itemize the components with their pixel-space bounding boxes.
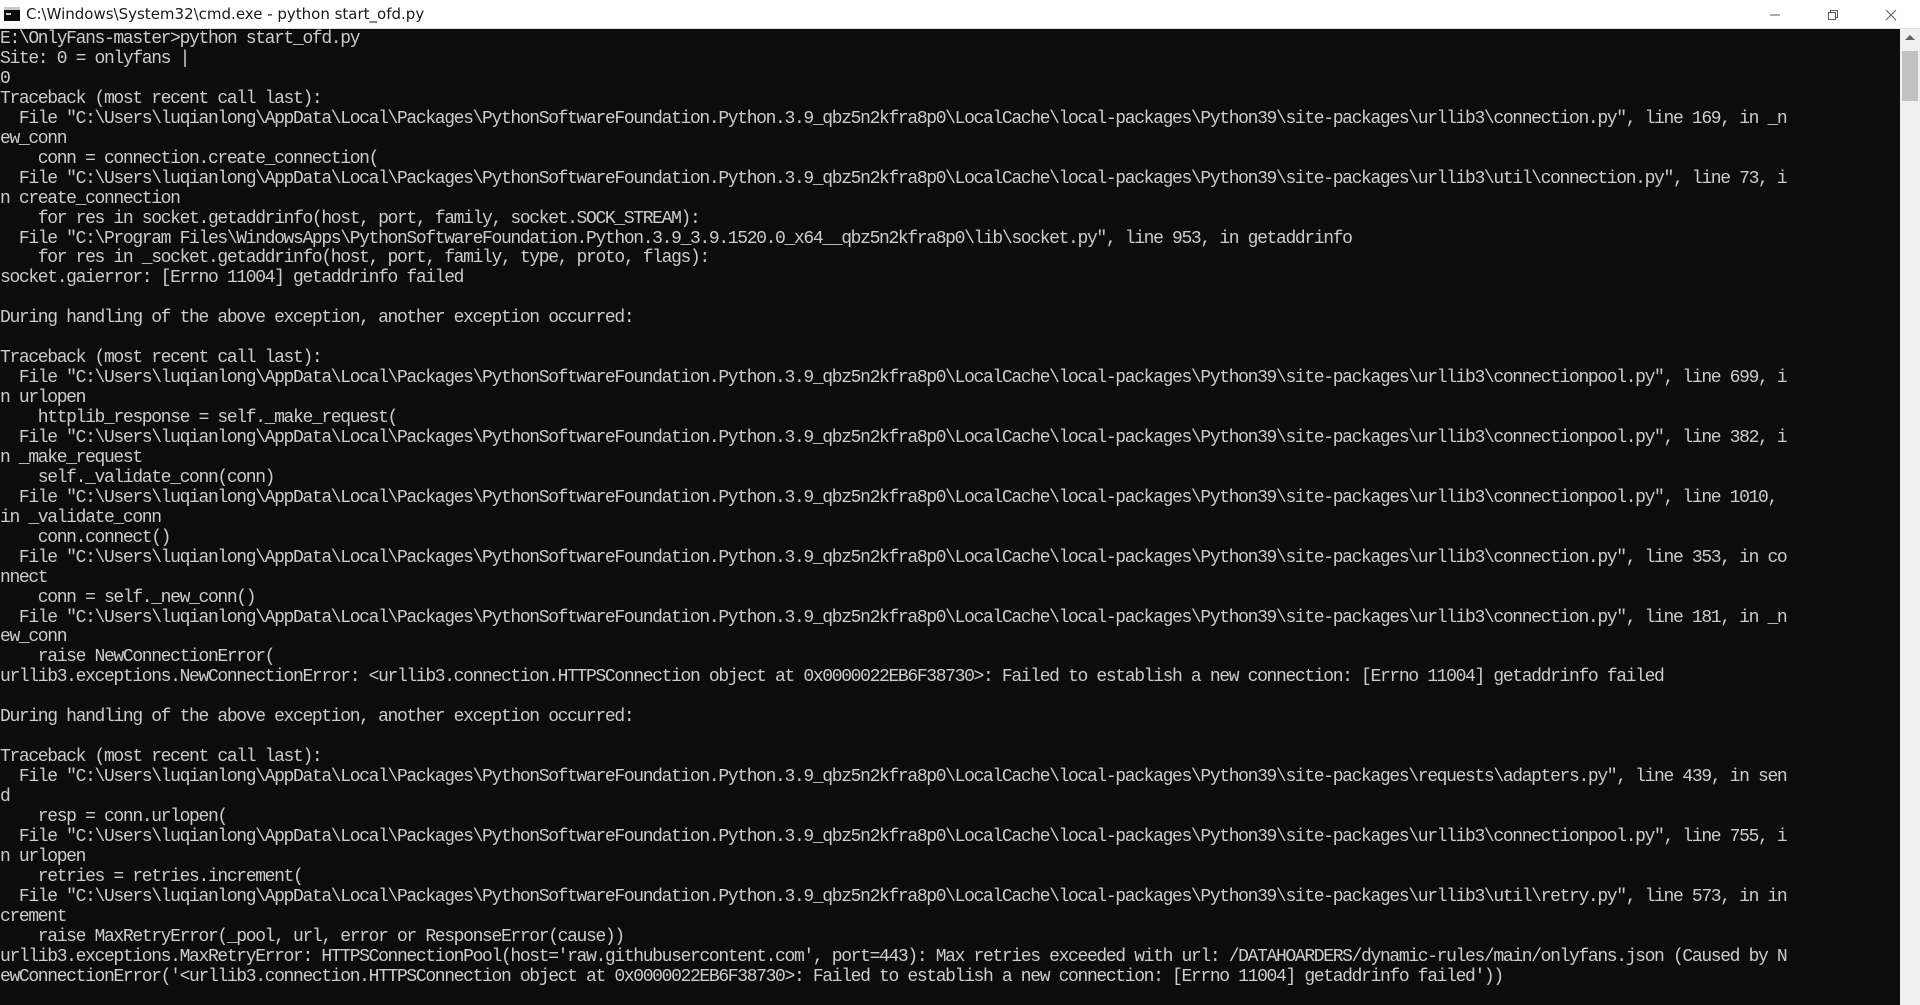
- close-icon: [1885, 9, 1897, 20]
- terminal-line: n urlopen: [0, 388, 86, 408]
- terminal-line: ew_conn: [0, 627, 68, 648]
- terminal-line: File "C:\Users\luqianlong\AppData\Local\…: [0, 826, 1788, 847]
- terminal-line: d: [0, 787, 11, 807]
- scrollbar-thumb[interactable]: [1902, 51, 1918, 101]
- cmd-icon: [4, 7, 20, 21]
- terminal-line: Traceback (most recent call last):: [0, 88, 323, 109]
- terminal-line: E:\OnlyFans-master>python start_ofd.py: [0, 29, 361, 49]
- window-controls: [1746, 0, 1920, 29]
- minimize-icon: [1770, 14, 1780, 15]
- terminal-line: Traceback (most recent call last):: [0, 348, 323, 369]
- terminal-line: retries = retries.increment(: [0, 866, 304, 887]
- minimize-button[interactable]: [1746, 0, 1804, 29]
- terminal-line: 0: [0, 68, 11, 89]
- terminal-line: During handling of the above exception, …: [0, 707, 635, 728]
- restore-button[interactable]: [1804, 0, 1862, 29]
- terminal-line: ewConnectionError('<urllib3.connection.H…: [0, 966, 1504, 987]
- scroll-up-icon[interactable]: [1905, 35, 1915, 40]
- terminal-line: nnect: [0, 567, 49, 588]
- terminal-line: File "C:\Program Files\WindowsApps\Pytho…: [0, 228, 1353, 249]
- close-button[interactable]: [1862, 0, 1920, 29]
- terminal-line: n _make_request: [0, 447, 143, 468]
- terminal-line: httplib_response = self._make_request(: [0, 408, 399, 428]
- terminal-output[interactable]: E:\OnlyFans-master>python start_ofd.py Si…: [0, 29, 1900, 1005]
- terminal-line: File "C:\Users\luqianlong\AppData\Local\…: [0, 427, 1788, 448]
- terminal-line: for res in socket.getaddrinfo(host, port…: [0, 208, 701, 229]
- cmd-window: C:\Windows\System32\cmd.exe - python sta…: [0, 0, 1920, 1005]
- terminal-line: conn.connect(): [0, 527, 172, 548]
- window-title: C:\Windows\System32\cmd.exe - python sta…: [26, 5, 425, 23]
- terminal-line: n create_connection: [0, 188, 181, 209]
- terminal-line: raise NewConnectionError(: [0, 647, 276, 668]
- terminal-line: raise MaxRetryError(_pool, url, error or…: [0, 926, 625, 947]
- terminal-line: Traceback (most recent call last):: [0, 747, 323, 768]
- terminal-line: in _validate_conn: [0, 507, 162, 528]
- terminal-line: conn = self._new_conn(): [0, 587, 257, 608]
- terminal-line: self._validate_conn(conn): [0, 467, 276, 488]
- restore-icon: [1828, 9, 1838, 20]
- title-bar[interactable]: C:\Windows\System32\cmd.exe - python sta…: [0, 0, 1920, 29]
- terminal-line: File "C:\Users\luqianlong\AppData\Local\…: [0, 108, 1788, 129]
- terminal-line: File "C:\Users\luqianlong\AppData\Local\…: [0, 607, 1788, 628]
- terminal-line: resp = conn.urlopen(: [0, 806, 228, 827]
- terminal-line: File "C:\Users\luqianlong\AppData\Local\…: [0, 547, 1788, 568]
- terminal-line: File "C:\Users\luqianlong\AppData\Local\…: [0, 886, 1788, 907]
- terminal-line: File "C:\Users\luqianlong\AppData\Local\…: [0, 168, 1788, 189]
- terminal-line: File "C:\Users\luqianlong\AppData\Local\…: [0, 487, 1778, 508]
- terminal-line: urllib3.exceptions.MaxRetryError: HTTPSC…: [0, 946, 1788, 967]
- terminal-line: Site: 0 = onlyfans |: [0, 48, 190, 69]
- terminal-line: File "C:\Users\luqianlong\AppData\Local\…: [0, 767, 1788, 787]
- terminal-line: crement: [0, 906, 68, 927]
- terminal-line: conn = connection.create_connection(: [0, 148, 380, 169]
- terminal-line: urllib3.exceptions.NewConnectionError: <…: [0, 667, 1665, 688]
- terminal-line: ew_conn: [0, 128, 68, 149]
- vertical-scrollbar[interactable]: [1900, 29, 1920, 1005]
- terminal-line: During handling of the above exception, …: [0, 308, 635, 329]
- terminal-line: socket.gaierror: [Errno 11004] getaddrin…: [0, 268, 464, 289]
- terminal-line: for res in _socket.getaddrinfo(host, por…: [0, 248, 710, 269]
- terminal-line: File "C:\Users\luqianlong\AppData\Local\…: [0, 368, 1788, 389]
- terminal-line: n urlopen: [0, 846, 86, 867]
